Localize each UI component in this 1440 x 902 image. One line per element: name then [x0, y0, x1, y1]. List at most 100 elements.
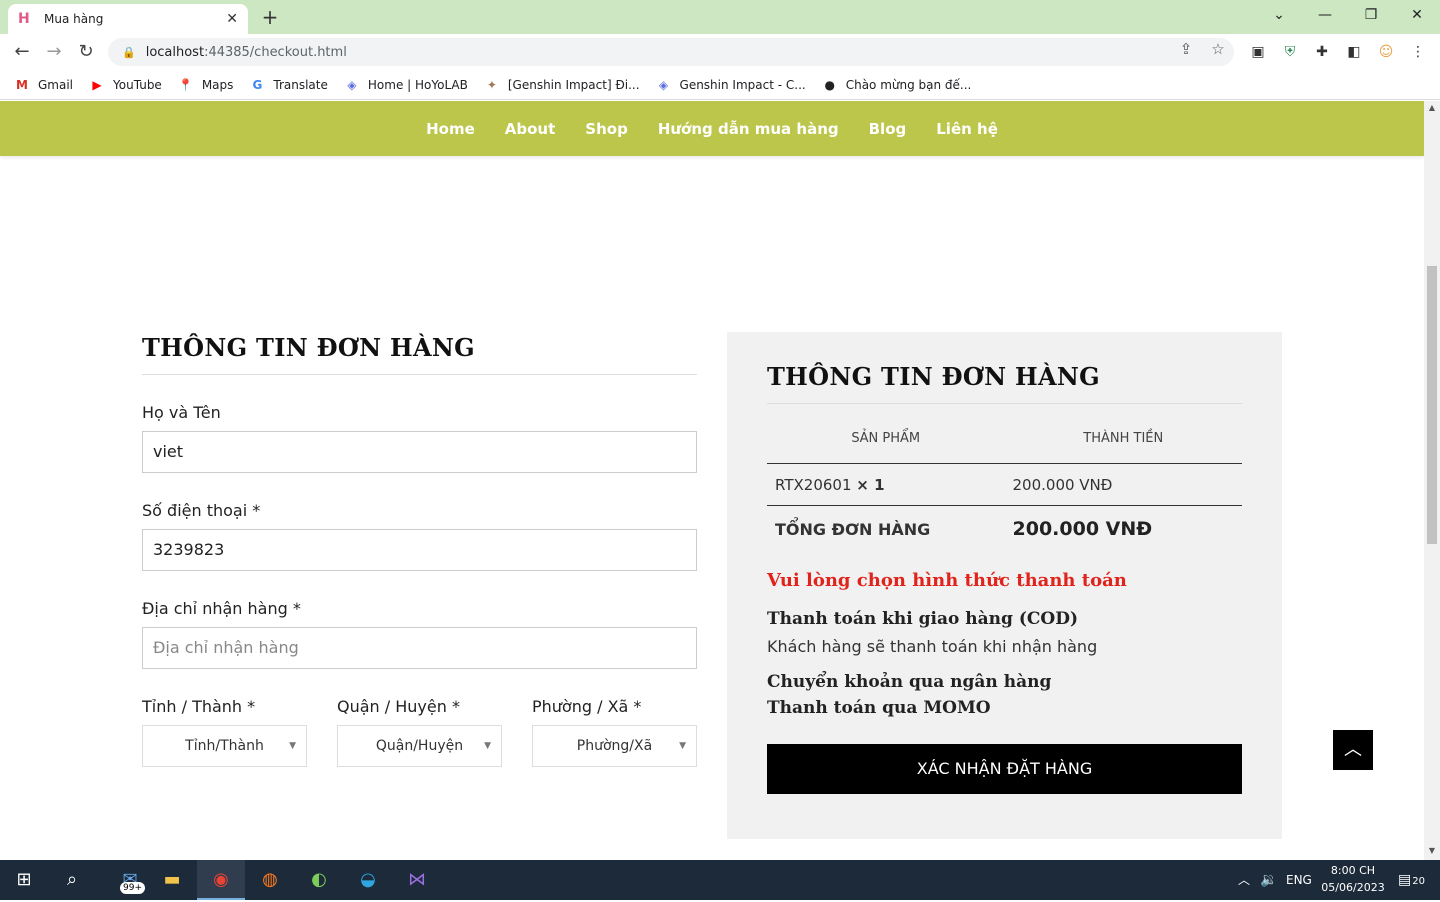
app-green-icon[interactable]: ◐: [295, 860, 343, 900]
name-field[interactable]: viet: [142, 431, 697, 473]
nav-item[interactable]: Liên hệ: [936, 120, 998, 138]
firefox-icon[interactable]: ◍: [246, 860, 294, 900]
phone-field[interactable]: 3239823: [142, 529, 697, 571]
item-price: 200.000 VNĐ: [1012, 475, 1113, 494]
district-select[interactable]: Quận/Huyện ▼: [337, 725, 502, 767]
notification-count: 20: [1412, 876, 1425, 887]
bookmark-item[interactable]: ◈ Home | HoYoLAB: [344, 77, 468, 93]
hoyolab-icon: ◈: [347, 77, 357, 92]
nav-item[interactable]: Blog: [869, 120, 907, 138]
chrome-icon[interactable]: ◉: [197, 860, 245, 900]
nav-item[interactable]: Shop: [585, 120, 628, 138]
forward-icon[interactable]: →: [42, 40, 66, 64]
bookmark-label: Chào mừng bạn đế...: [845, 77, 972, 92]
scrollbar-thumb[interactable]: [1427, 266, 1437, 544]
confirm-order-button[interactable]: XÁC NHẬN ĐẶT HÀNG: [767, 744, 1242, 794]
total-value: 200.000 VNĐ: [1012, 518, 1153, 540]
new-tab-icon[interactable]: +: [258, 5, 282, 29]
payment-option-momo[interactable]: Thanh toán qua MOMO: [767, 698, 1242, 718]
file-explorer-icon[interactable]: ▬: [148, 860, 196, 900]
windows-start-icon[interactable]: ⊞: [0, 860, 48, 900]
url-host: localhost: [145, 44, 205, 60]
globe-icon: ●: [824, 77, 835, 92]
genshin-icon: ✦: [486, 77, 497, 92]
volume-icon[interactable]: 🔉: [1260, 860, 1277, 900]
summary-title: THÔNG TIN ĐƠN HÀNG: [767, 362, 1242, 404]
bookmark-label: Gmail: [38, 77, 74, 92]
order-summary: THÔNG TIN ĐƠN HÀNG SẢN PHẨM THÀNH TIỀN R…: [727, 332, 1282, 839]
province-select[interactable]: Tỉnh/Thành ▼: [142, 725, 307, 767]
bookmark-item[interactable]: ◈ Genshin Impact - C...: [656, 77, 806, 93]
browser-tab-bar: H Mua hàng ✕ + ⌄ — ❐ ✕: [0, 0, 1440, 34]
bookmark-item[interactable]: G Translate: [249, 77, 328, 93]
edge-icon[interactable]: ◒: [344, 860, 392, 900]
bookmark-item[interactable]: ▶ YouTube: [89, 77, 162, 93]
page-viewport: Home About Shop Hướng dẫn mua hàng Blog Liên …: [0, 101, 1424, 860]
browser-tab-active[interactable]: H Mua hàng ✕: [8, 4, 248, 34]
ward-selected: Phường/Xã: [576, 738, 653, 754]
chevron-up-icon: ︿: [1344, 739, 1362, 760]
payment-cod-description: Khách hàng sẽ thanh toán khi nhận hàng: [767, 637, 1098, 656]
site-navigation: Home About Shop Hướng dẫn mua hàng Blog Liên …: [0, 101, 1424, 156]
nav-item[interactable]: About: [505, 120, 556, 138]
search-icon[interactable]: ⌕: [48, 860, 96, 900]
profile-avatar-icon[interactable]: ☺: [1376, 42, 1396, 62]
site-favicon-icon: H: [18, 11, 30, 27]
payment-option-cod[interactable]: Thanh toán khi giao hàng (COD): [767, 609, 1242, 629]
tray-chevron-up-icon[interactable]: ︿: [1238, 860, 1250, 900]
bookmark-item[interactable]: ✦ [Genshin Impact] Đi...: [484, 77, 640, 93]
mail-icon[interactable]: ✉ 99+: [106, 860, 154, 900]
page-scrollbar[interactable]: ▲ ▼: [1424, 101, 1440, 860]
extension-shield-icon[interactable]: ⛨: [1280, 42, 1300, 62]
bookmark-item[interactable]: ● Chào mừng bạn đế...: [822, 77, 972, 93]
language-indicator[interactable]: ENG: [1286, 860, 1312, 900]
lock-icon: 🔒: [122, 45, 136, 59]
side-panel-icon[interactable]: ◧: [1344, 42, 1364, 62]
scroll-up-icon[interactable]: ▲: [1424, 103, 1440, 112]
restore-icon[interactable]: ❐: [1348, 4, 1394, 26]
url-path: :44385/checkout.html: [204, 44, 347, 60]
bookmark-item[interactable]: 📍 Maps: [178, 77, 234, 93]
total-label: TỔNG ĐƠN HÀNG: [775, 519, 931, 539]
bookmark-label: Genshin Impact - C...: [679, 77, 806, 92]
bookmark-label: Translate: [273, 77, 328, 92]
bookmark-label: Maps: [201, 77, 234, 92]
address-field[interactable]: Địa chỉ nhận hàng: [142, 627, 697, 669]
tab-close-icon[interactable]: ✕: [226, 11, 238, 27]
phone-label: Số điện thoại *: [142, 501, 261, 520]
payment-option-bank[interactable]: Chuyển khoản qua ngân hàng: [767, 672, 1242, 692]
reload-icon[interactable]: ↻: [74, 40, 98, 64]
bookmarks-bar: M Gmail ▶ YouTube 📍 Maps G Translate ◈ Home | HoY…: [0, 70, 1440, 100]
bookmark-label: YouTube: [113, 77, 162, 92]
system-clock[interactable]: 8:00 CH 05/06/2023: [1318, 862, 1388, 896]
maps-icon: 📍: [178, 77, 194, 92]
minimize-icon[interactable]: —: [1302, 4, 1348, 26]
nav-item[interactable]: Home: [426, 120, 475, 138]
bookmark-star-icon[interactable]: ☆: [1206, 40, 1230, 58]
menu-kebab-icon[interactable]: ⋮: [1408, 42, 1428, 62]
nav-item[interactable]: Hướng dẫn mua hàng: [658, 120, 839, 138]
ward-group: Phường / Xã * Phường/Xã ▼: [532, 697, 697, 767]
bookmark-item[interactable]: M Gmail: [14, 77, 73, 93]
window-close-icon[interactable]: ✕: [1394, 4, 1440, 26]
hoyolab-icon: ◈: [658, 77, 669, 92]
item-name: RTX20601: [775, 475, 852, 494]
clock-date: 05/06/2023: [1321, 881, 1385, 894]
col-total: THÀNH TIỀN: [1083, 431, 1164, 446]
order-table: SẢN PHẨM THÀNH TIỀN RTX20601 × 1 200.000…: [767, 414, 1242, 552]
ward-select[interactable]: Phường/Xã ▼: [532, 725, 697, 767]
notification-icon[interactable]: ▤20: [1398, 860, 1425, 902]
address-bar[interactable]: 🔒 localhost:44385/checkout.html: [108, 38, 1234, 66]
scroll-down-icon[interactable]: ▼: [1424, 846, 1440, 855]
payment-warning: Vui lòng chọn hình thức thanh toán: [767, 570, 1127, 591]
back-icon[interactable]: ←: [10, 40, 34, 64]
col-product: SẢN PHẨM: [851, 431, 921, 446]
back-to-top-button[interactable]: ︿: [1333, 730, 1373, 770]
province-label: Tỉnh / Thành *: [142, 697, 256, 716]
district-group: Quận / Huyện * Quận/Huyện ▼: [337, 697, 502, 767]
tab-search-icon[interactable]: ⌄: [1256, 4, 1302, 26]
extensions-puzzle-icon[interactable]: ✚: [1312, 42, 1332, 62]
visual-studio-icon[interactable]: ⋈: [393, 860, 441, 900]
share-icon[interactable]: ⇪: [1174, 40, 1198, 58]
extension-se-icon[interactable]: ▣: [1248, 42, 1268, 62]
